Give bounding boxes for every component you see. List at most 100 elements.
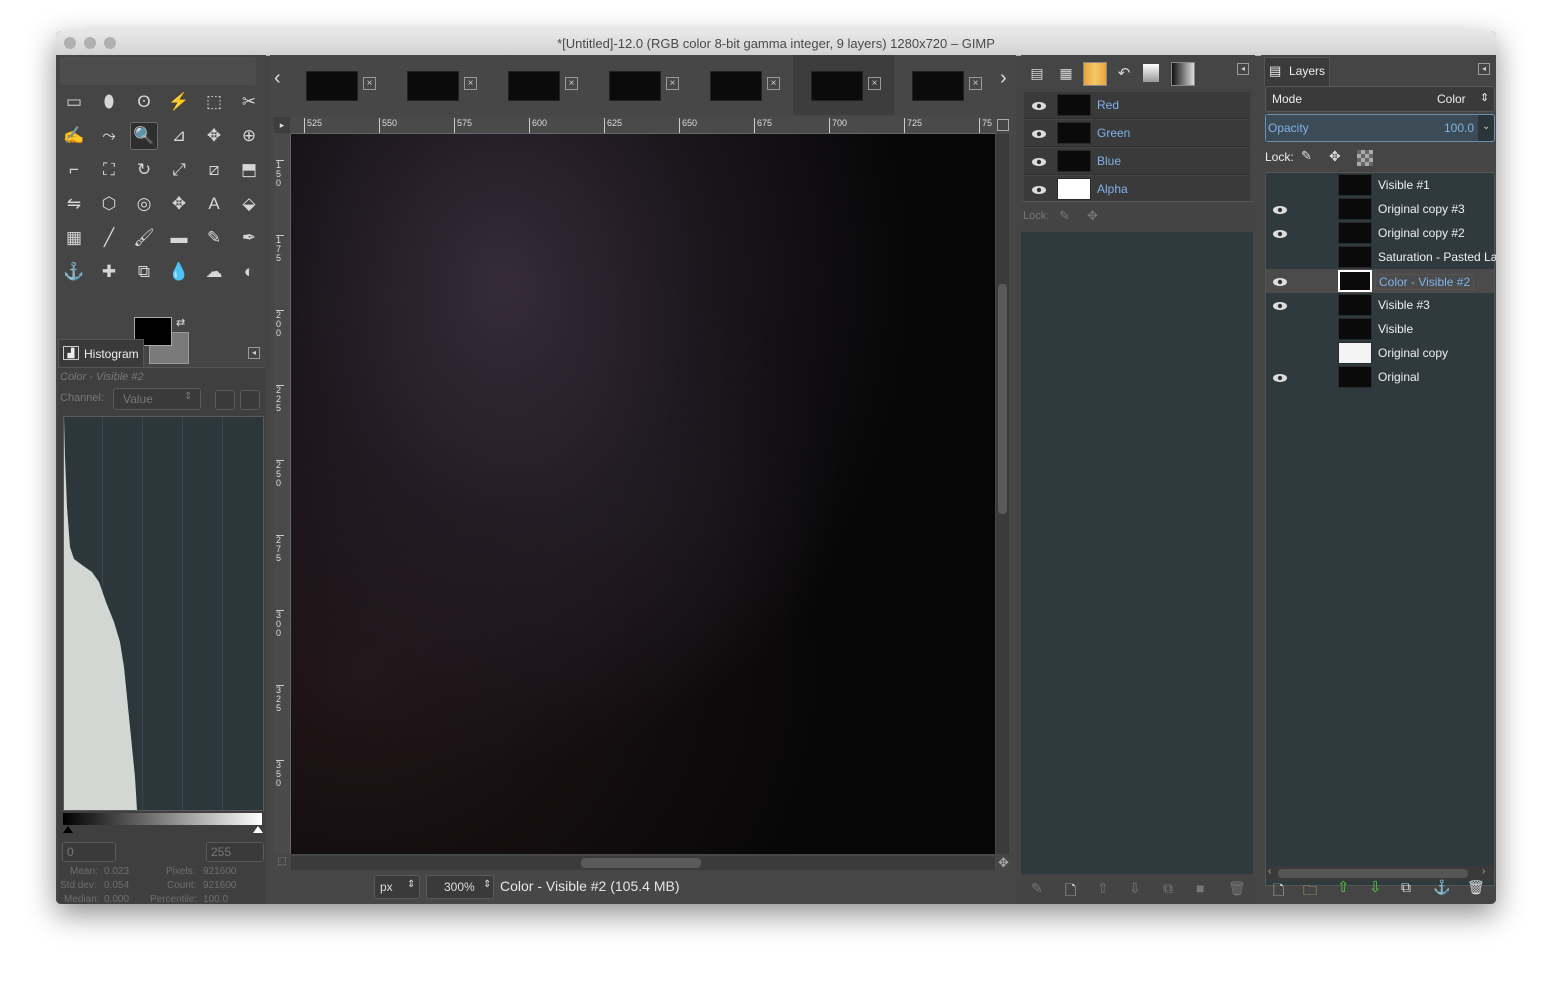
min-slider-handle[interactable]: [63, 826, 73, 833]
alignment-icon[interactable]: ⊕: [235, 122, 263, 150]
perspective-clone-icon[interactable]: ⧉: [130, 258, 158, 286]
opacity-spin[interactable]: Opacity 100.0 ⌄: [1265, 114, 1495, 142]
image-tab[interactable]: ×: [793, 55, 895, 115]
visibility-eye-icon[interactable]: [1272, 180, 1288, 190]
zoom-icon[interactable]: 🔍: [130, 122, 158, 150]
blend-icon[interactable]: ▦: [60, 224, 88, 252]
visibility-eye-icon[interactable]: [1031, 100, 1047, 110]
lower-channel-icon[interactable]: ⇩: [1129, 880, 1141, 897]
chevron-down-icon[interactable]: ⌄: [1482, 121, 1490, 132]
linear-histogram-button[interactable]: [215, 390, 235, 410]
duplicate-channel-icon[interactable]: ⧉: [1163, 880, 1173, 897]
patterns-tab-icon[interactable]: [1143, 64, 1159, 82]
layer-row[interactable]: Original copy #2: [1266, 221, 1494, 245]
horizontal-scroll-thumb[interactable]: [581, 858, 701, 868]
channel-row[interactable]: Alpha: [1024, 176, 1250, 203]
layer-row[interactable]: Visible #1: [1266, 173, 1494, 197]
new-channel-icon[interactable]: 🗋: [1065, 880, 1076, 904]
close-tab-icon[interactable]: ×: [666, 77, 679, 90]
visibility-eye-icon[interactable]: [1272, 372, 1288, 382]
tab-histogram[interactable]: ▟ Histogram: [58, 339, 144, 368]
close-tab-icon[interactable]: ×: [969, 77, 982, 90]
image-canvas[interactable]: [291, 134, 995, 854]
lock-pixels-icon[interactable]: ✎: [1059, 208, 1070, 224]
perspective-icon[interactable]: ⬒: [235, 156, 263, 184]
range-max-input[interactable]: 255: [206, 842, 264, 862]
visibility-eye-icon[interactable]: [1272, 204, 1288, 214]
move-view-icon[interactable]: ✥: [998, 855, 1009, 871]
visibility-eye-icon[interactable]: [1272, 348, 1288, 358]
visibility-eye-icon[interactable]: [1031, 156, 1047, 166]
visibility-eye-icon[interactable]: [1272, 324, 1288, 334]
scissors-select-icon[interactable]: ✂: [235, 88, 263, 116]
eraser-icon[interactable]: ▬: [165, 224, 193, 252]
image-tab[interactable]: ×: [591, 55, 693, 115]
clone-icon[interactable]: ⚓: [60, 258, 88, 286]
layer-row[interactable]: Original: [1266, 365, 1494, 389]
visibility-eye-icon[interactable]: [1272, 300, 1288, 310]
shear-icon[interactable]: ⧄: [200, 156, 228, 184]
visibility-eye-icon[interactable]: [1272, 228, 1288, 238]
layers-tab-icon[interactable]: ▤: [1023, 59, 1051, 87]
quick-mask-arrow-icon[interactable]: ▸: [274, 117, 290, 133]
dock-menu-icon[interactable]: ◂: [1237, 63, 1249, 75]
channel-select[interactable]: Value ⇕: [113, 388, 201, 410]
move-icon[interactable]: ✥: [200, 122, 228, 150]
channels-tab-icon[interactable]: ▦: [1052, 59, 1080, 87]
vertical-scrollbar[interactable]: [996, 134, 1009, 854]
close-tab-icon[interactable]: ×: [767, 77, 780, 90]
close-tab-icon[interactable]: ×: [464, 77, 477, 90]
channel-row[interactable]: Red: [1024, 92, 1250, 119]
edit-channel-icon[interactable]: ✎: [1031, 880, 1043, 897]
channel-to-selection-icon[interactable]: ■: [1196, 880, 1204, 896]
gradients-tab-icon[interactable]: [1171, 62, 1195, 86]
visibility-eye-icon[interactable]: [1031, 128, 1047, 138]
ink-icon[interactable]: ✒: [235, 224, 263, 252]
zoom-input[interactable]: 300% ⇕: [426, 875, 494, 899]
ellipse-select-icon[interactable]: ⬮: [95, 88, 123, 116]
rect-select-icon[interactable]: ▭: [60, 88, 88, 116]
visibility-eye-icon[interactable]: [1272, 252, 1288, 262]
delete-layer-icon[interactable]: 🗑: [1467, 879, 1485, 896]
new-layer-group-icon[interactable]: 🗀: [1303, 880, 1317, 904]
measure-icon[interactable]: ⊿: [165, 122, 193, 150]
delete-channel-icon[interactable]: 🗑: [1228, 880, 1246, 897]
unified-transform-icon[interactable]: ⛶: [95, 156, 123, 184]
visibility-eye-icon[interactable]: [1272, 276, 1288, 286]
layer-row[interactable]: Visible #3: [1266, 293, 1494, 317]
dodge-burn-icon[interactable]: ◐: [235, 258, 263, 286]
close-tab-icon[interactable]: ×: [363, 77, 376, 90]
fuzzy-select-icon[interactable]: ⚡: [165, 88, 193, 116]
free-select-icon[interactable]: ʘ: [130, 88, 158, 116]
zoom-image-when-window-size-changes-icon[interactable]: [997, 119, 1009, 131]
cage-transform-icon[interactable]: ⬡: [95, 190, 123, 218]
scale-icon[interactable]: ⤢: [165, 156, 193, 184]
raise-layer-icon[interactable]: ⇧: [1337, 878, 1350, 896]
smudge-icon[interactable]: ☁: [200, 258, 228, 286]
tab-layers[interactable]: ▤ Layers: [1264, 57, 1330, 86]
range-min-input[interactable]: 0: [62, 842, 116, 862]
bucket-fill-icon[interactable]: ⬙: [235, 190, 263, 218]
rotate-icon[interactable]: ↻: [130, 156, 158, 184]
layer-row[interactable]: Color - Visible #2: [1266, 269, 1494, 293]
mode-select[interactable]: Mode Color ⇕: [1265, 86, 1495, 112]
layer-row[interactable]: Original copy #3: [1266, 197, 1494, 221]
image-tab[interactable]: ×: [389, 55, 491, 115]
text-icon[interactable]: A: [200, 190, 228, 218]
blur-icon[interactable]: 💧: [165, 258, 193, 286]
lock-alpha-icon[interactable]: [1357, 150, 1373, 166]
lock-pixels-icon[interactable]: ✎: [1301, 148, 1312, 164]
select-by-color-icon[interactable]: ⬚: [200, 88, 228, 116]
lock-position-icon[interactable]: ✥: [1087, 208, 1098, 224]
palettes-tab-icon[interactable]: [1083, 62, 1107, 86]
handle-transform-icon[interactable]: ✥: [165, 190, 193, 218]
visibility-eye-icon[interactable]: [1031, 184, 1047, 194]
image-tab[interactable]: ×: [692, 55, 794, 115]
new-layer-icon[interactable]: 🗋: [1273, 880, 1284, 904]
max-slider-handle[interactable]: [253, 826, 263, 833]
log-histogram-button[interactable]: [240, 390, 260, 410]
dock-menu-icon[interactable]: ◂: [248, 347, 260, 359]
unit-select[interactable]: px ⇕: [374, 875, 420, 899]
swap-colors-icon[interactable]: ⇄: [176, 316, 185, 329]
image-tab[interactable]: ×: [490, 55, 592, 115]
